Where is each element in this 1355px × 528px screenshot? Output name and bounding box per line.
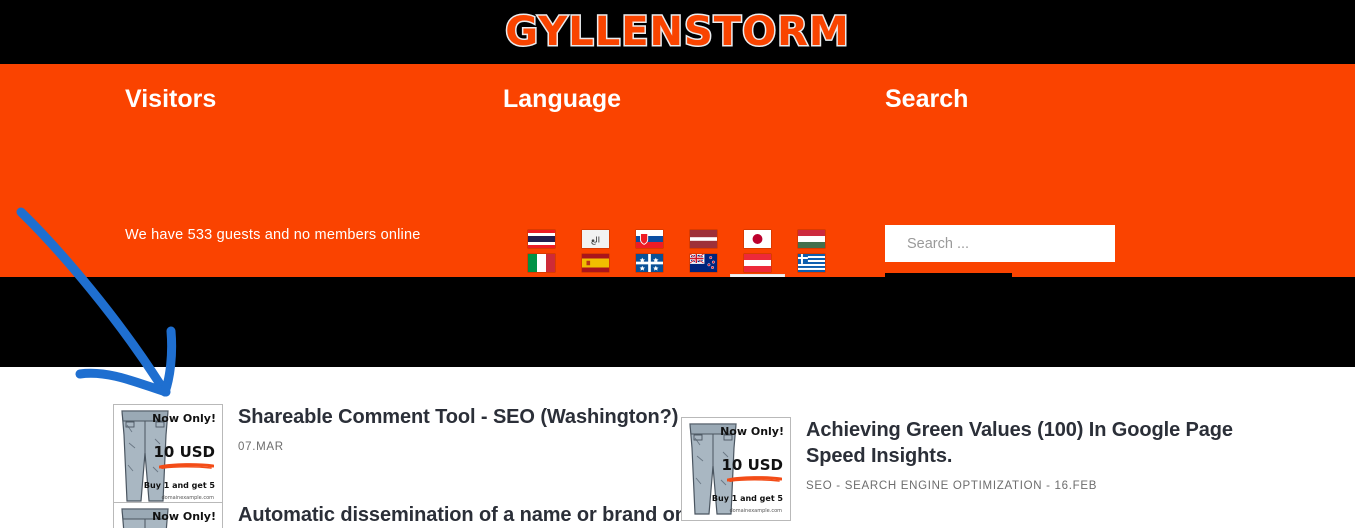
article-item[interactable]: Now Only! 10 USD Buy 1 and get 5 domaine… <box>113 404 678 508</box>
top-modules-band: Visitors Language Search We have 533 gue… <box>0 64 1355 320</box>
breadcrumb-bar: Home <box>0 277 1355 367</box>
article-thumbnail[interactable]: Now Only! 10 USD Buy 1 and get 5 domaine… <box>113 404 223 508</box>
language-flag-hungary[interactable] <box>785 227 838 251</box>
japan-flag <box>744 230 771 248</box>
search-input[interactable] <box>885 225 1115 262</box>
module-visitors: Visitors <box>125 84 475 114</box>
search-heading: Search <box>885 85 969 113</box>
article-meta: 07.MAR <box>238 441 284 453</box>
austria-flag <box>744 254 771 272</box>
slovakia-flag <box>636 230 663 248</box>
language-flag-arabic[interactable]: الع <box>569 227 622 251</box>
svg-text:الع: الع <box>591 235 600 245</box>
article-title[interactable]: Shareable Comment Tool - SEO (Washington… <box>238 404 678 430</box>
spain-flag <box>582 254 609 272</box>
thumb-domain-label: domainexample.com <box>729 508 782 514</box>
arabic-flag: الع <box>582 230 609 248</box>
visitors-count-text: We have 533 guests and no members online <box>125 227 421 243</box>
thumb-underline-stroke <box>159 463 214 469</box>
language-flag-new-zealand[interactable] <box>677 251 730 275</box>
article-list: Now Only! 10 USD Buy 1 and get 5 domaine… <box>0 367 1355 528</box>
article-body: Achieving Green Values (100) In Google P… <box>791 417 1236 521</box>
thumb-buy-label: Buy 1 and get 5 <box>711 494 783 503</box>
module-search: Search <box>885 84 1185 114</box>
language-flag-austria[interactable] <box>731 251 784 275</box>
language-flag-quebec[interactable] <box>623 251 676 275</box>
greece-flag <box>798 254 825 272</box>
language-flag-italy[interactable] <box>515 251 568 275</box>
language-flag-japan[interactable] <box>731 227 784 251</box>
article-thumbnail[interactable]: Now Only! 10 USD Buy 1 and get 5 domaine… <box>681 417 791 521</box>
site-header-bar: GYLLENSTORM <box>0 0 1355 64</box>
italy-flag <box>528 254 555 272</box>
latvia-flag <box>690 230 717 248</box>
page-root: GYLLENSTORM Visitors Language Search We … <box>0 0 1355 528</box>
quebec-flag <box>636 254 663 272</box>
article-thumbnail[interactable]: Now Only! 10 USD Buy 1 and get 5 domaine… <box>113 502 223 528</box>
article-title[interactable]: Automatic dissemination of a name or bra… <box>238 502 721 528</box>
visitors-heading: Visitors <box>125 85 217 113</box>
language-flag-slovakia[interactable] <box>623 227 676 251</box>
article-body: Shareable Comment Tool - SEO (Washington… <box>223 404 678 508</box>
site-logo[interactable]: GYLLENSTORM <box>504 9 850 56</box>
language-flag-greece[interactable] <box>785 251 838 275</box>
article-title[interactable]: Achieving Green Values (100) In Google P… <box>806 417 1236 469</box>
thumb-now-only-label: Now Only! <box>152 510 216 523</box>
article-item[interactable]: Now Only! 10 USD Buy 1 and get 5 domaine… <box>113 502 721 528</box>
article-item[interactable]: Now Only! 10 USD Buy 1 and get 5 domaine… <box>681 417 1236 521</box>
hungary-flag <box>798 230 825 248</box>
thumb-underline-stroke <box>727 476 782 482</box>
thumb-domain-label: domainexample.com <box>161 495 214 501</box>
language-flag-thailand[interactable] <box>515 227 568 251</box>
module-language: Language <box>503 84 863 114</box>
language-heading: Language <box>503 85 622 113</box>
article-body: Automatic dissemination of a name or bra… <box>223 502 721 528</box>
thumb-buy-label: Buy 1 and get 5 <box>143 481 215 490</box>
thumb-price-label: 10 USD <box>153 443 215 461</box>
thumb-price-label: 10 USD <box>721 456 783 474</box>
article-meta: SEO - SEARCH ENGINE OPTIMIZATION - 16.FE… <box>806 480 1098 492</box>
language-flag-latvia[interactable] <box>677 227 730 251</box>
thumb-now-only-label: Now Only! <box>152 412 216 425</box>
new-zealand-flag <box>690 254 717 272</box>
thailand-flag <box>528 230 555 248</box>
language-flag-spain[interactable] <box>569 251 622 275</box>
thumb-now-only-label: Now Only! <box>720 425 784 438</box>
